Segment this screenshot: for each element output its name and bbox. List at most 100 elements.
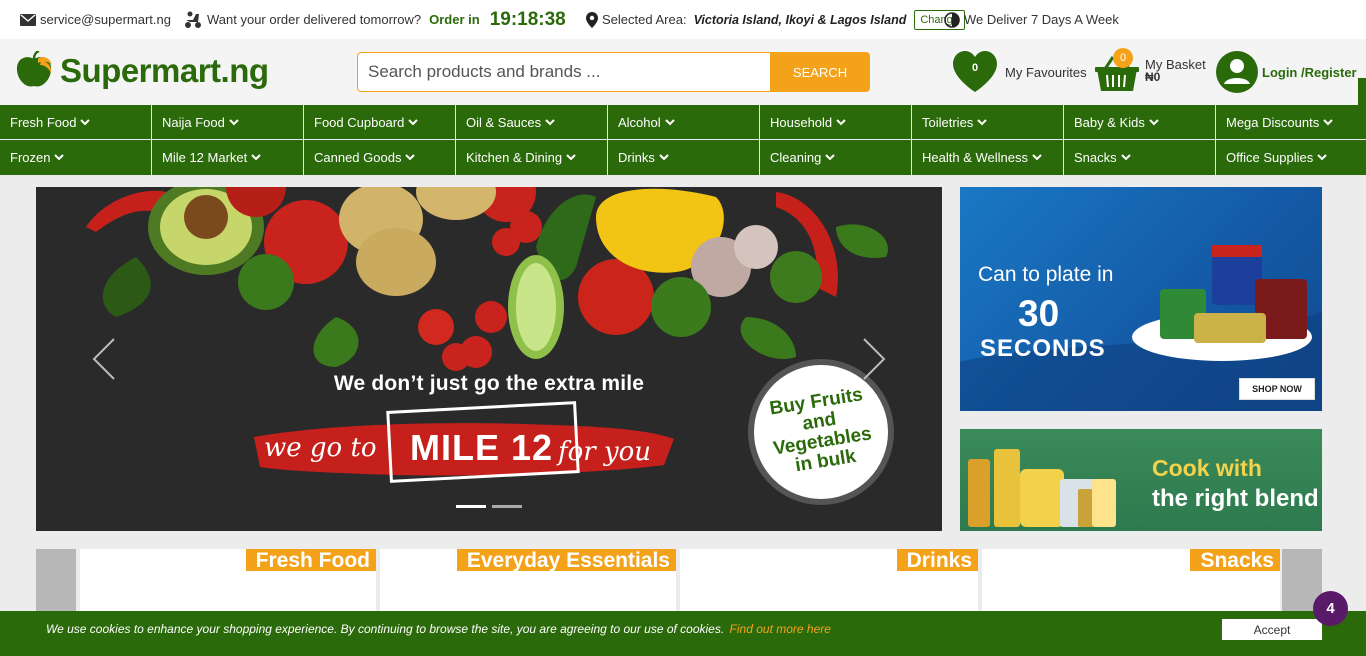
countdown-timer: 19:18:38 [489,8,566,30]
logo-text: Supermart.ng [60,52,269,89]
canned-food-banner[interactable]: Can to plate in 30 SECONDS SHOP NOW [960,187,1322,411]
basket-count: 0 [1113,48,1133,68]
clock-icon [944,11,960,28]
chevron-down-icon [836,118,846,125]
chevron-down-icon [664,118,675,125]
selected-area-label: Selected Area: [602,12,687,27]
basket-amount: ₦0 [1145,70,1161,84]
mail-icon [20,13,36,26]
banner2-line1: Cook with [1152,455,1262,481]
site-logo[interactable]: Supermart.ng [14,51,269,91]
nav-item-baby-kids[interactable]: Baby & Kids [1064,105,1216,140]
delivery-scooter-icon [185,11,201,28]
hero-slider[interactable]: We don’t just go the extra mile we go to… [36,187,942,531]
chevron-down-icon [54,154,65,161]
slider-next-arrow-icon[interactable] [858,337,888,381]
cookie-more-link[interactable]: Find out more here [730,622,831,636]
nav-item-office-supplies[interactable]: Office Supplies [1216,140,1366,176]
search-input[interactable] [357,52,770,92]
bulk-badge-text: Buy Fruits and Vegetables in bulk [768,384,874,477]
my-basket[interactable]: 0 My Basket ₦0 [1093,47,1206,95]
nav-item-label: Kitchen & Dining [466,150,563,165]
email-info[interactable]: service@supermart.ng [20,0,171,39]
cookie-banner: We use cookies to enhance your shopping … [0,611,1366,656]
nav-item-frozen[interactable]: Frozen [0,140,152,176]
selected-area: Selected Area: Victoria Island, Ikoyi & … [586,0,965,39]
delivery-days-info: We Deliver 7 Days A Week [944,0,1119,39]
nav-item-label: Canned Goods [314,150,402,165]
nav-item-label: Mega Discounts [1226,114,1320,130]
category-card-label: Fresh Food [245,549,376,572]
cooking-oil-banner[interactable]: Cook with the right blend [960,429,1322,531]
chevron-down-icon [1149,118,1159,125]
banner1-number: 30 [1018,293,1060,334]
chevron-down-icon [1323,118,1333,125]
accept-cookies-button[interactable]: Accept [1222,619,1322,640]
location-pin-icon [586,11,598,28]
nav-item-label: Frozen [10,150,51,165]
nav-item-alcohol[interactable]: Alcohol [608,105,760,140]
nav-item-fresh-food[interactable]: Fresh Food [0,105,152,140]
slider-prev-arrow-icon[interactable] [90,337,120,381]
category-card-label: Snacks [1190,549,1280,572]
chevron-down-icon [545,118,555,125]
nav-item-cleaning[interactable]: Cleaning [760,140,912,176]
nav-item-food-cupboard[interactable]: Food Cupboard [304,105,456,140]
nav-item-label: Toiletries [922,114,974,130]
slider-dot-2[interactable] [492,505,522,508]
chevron-down-icon [977,118,988,125]
nav-item-health-wellness[interactable]: Health & Wellness [912,140,1064,176]
nav-item-label: Health & Wellness [922,150,1028,165]
nav-item-label: Oil & Sauces [466,114,542,130]
nav-item-label: Mile 12 Market [162,150,248,165]
chevron-down-icon [405,154,416,161]
chevron-down-icon [566,154,576,161]
main-header: Supermart.ng SEARCH 0 My Favourites 0 My… [0,39,1366,144]
chevron-down-icon [659,154,669,161]
slider-dots [456,505,522,508]
login-label: Login /Register [1262,64,1357,80]
my-favourites[interactable]: 0 My Favourites [951,50,1087,94]
cookie-message: We use cookies to enhance your shopping … [46,622,831,636]
nav-item-snacks[interactable]: Snacks [1064,140,1216,176]
deliver-days-text: We Deliver 7 Days A Week [964,12,1119,27]
banner2-line2: the right blend [1152,485,1319,512]
nav-item-mile-12-market[interactable]: Mile 12 Market [152,140,304,176]
hero-script-right: for you [558,437,652,467]
favourites-label: My Favourites [1005,64,1087,80]
chevron-down-icon [408,118,419,125]
search-button[interactable]: SEARCH [770,52,870,92]
nav-item-drinks[interactable]: Drinks [608,140,760,176]
favourites-heart: 0 [951,50,999,94]
nav-item-mega-discounts[interactable]: Mega Discounts [1216,105,1366,140]
nav-item-label: Baby & Kids [1074,114,1145,130]
order-in-label: Order in [429,12,480,27]
nav-item-toiletries[interactable]: Toiletries [912,105,1064,140]
slider-dot-1[interactable] [456,505,486,508]
nav-item-household[interactable]: Household [760,105,912,140]
nav-item-label: Snacks [1074,150,1117,165]
chat-notification-badge[interactable]: 4 [1313,591,1348,626]
search-bar: SEARCH [357,52,870,92]
shop-now-button[interactable]: SHOP NOW [1239,378,1315,400]
user-avatar-icon [1216,51,1258,93]
nav-item-naija-food[interactable]: Naija Food [152,105,304,140]
chevron-down-icon [1120,154,1131,161]
nav-item-oil-sauces[interactable]: Oil & Sauces [456,105,608,140]
hero-highlight: MILE 12 [410,427,554,468]
delivery-question: Want your order delivered tomorrow? [207,12,422,27]
nav-item-label: Drinks [618,150,655,165]
apple-logo-icon [16,51,52,87]
nav-item-canned-goods[interactable]: Canned Goods [304,140,456,176]
chevron-down-icon [251,154,261,161]
login-register[interactable]: Login /Register [1216,51,1357,93]
delivery-countdown: Want your order delivered tomorrow? Orde… [183,0,566,39]
email-text: service@supermart.ng [40,12,171,27]
nav-item-label: Office Supplies [1226,150,1314,165]
hero-script-left: we go to [264,433,377,463]
cooking-oil-image [968,449,1116,527]
favourites-count: 0 [971,62,979,74]
chevron-down-icon [229,118,239,125]
nav-item-kitchen-dining[interactable]: Kitchen & Dining [456,140,608,176]
nav-item-label: Cleaning [770,150,822,165]
